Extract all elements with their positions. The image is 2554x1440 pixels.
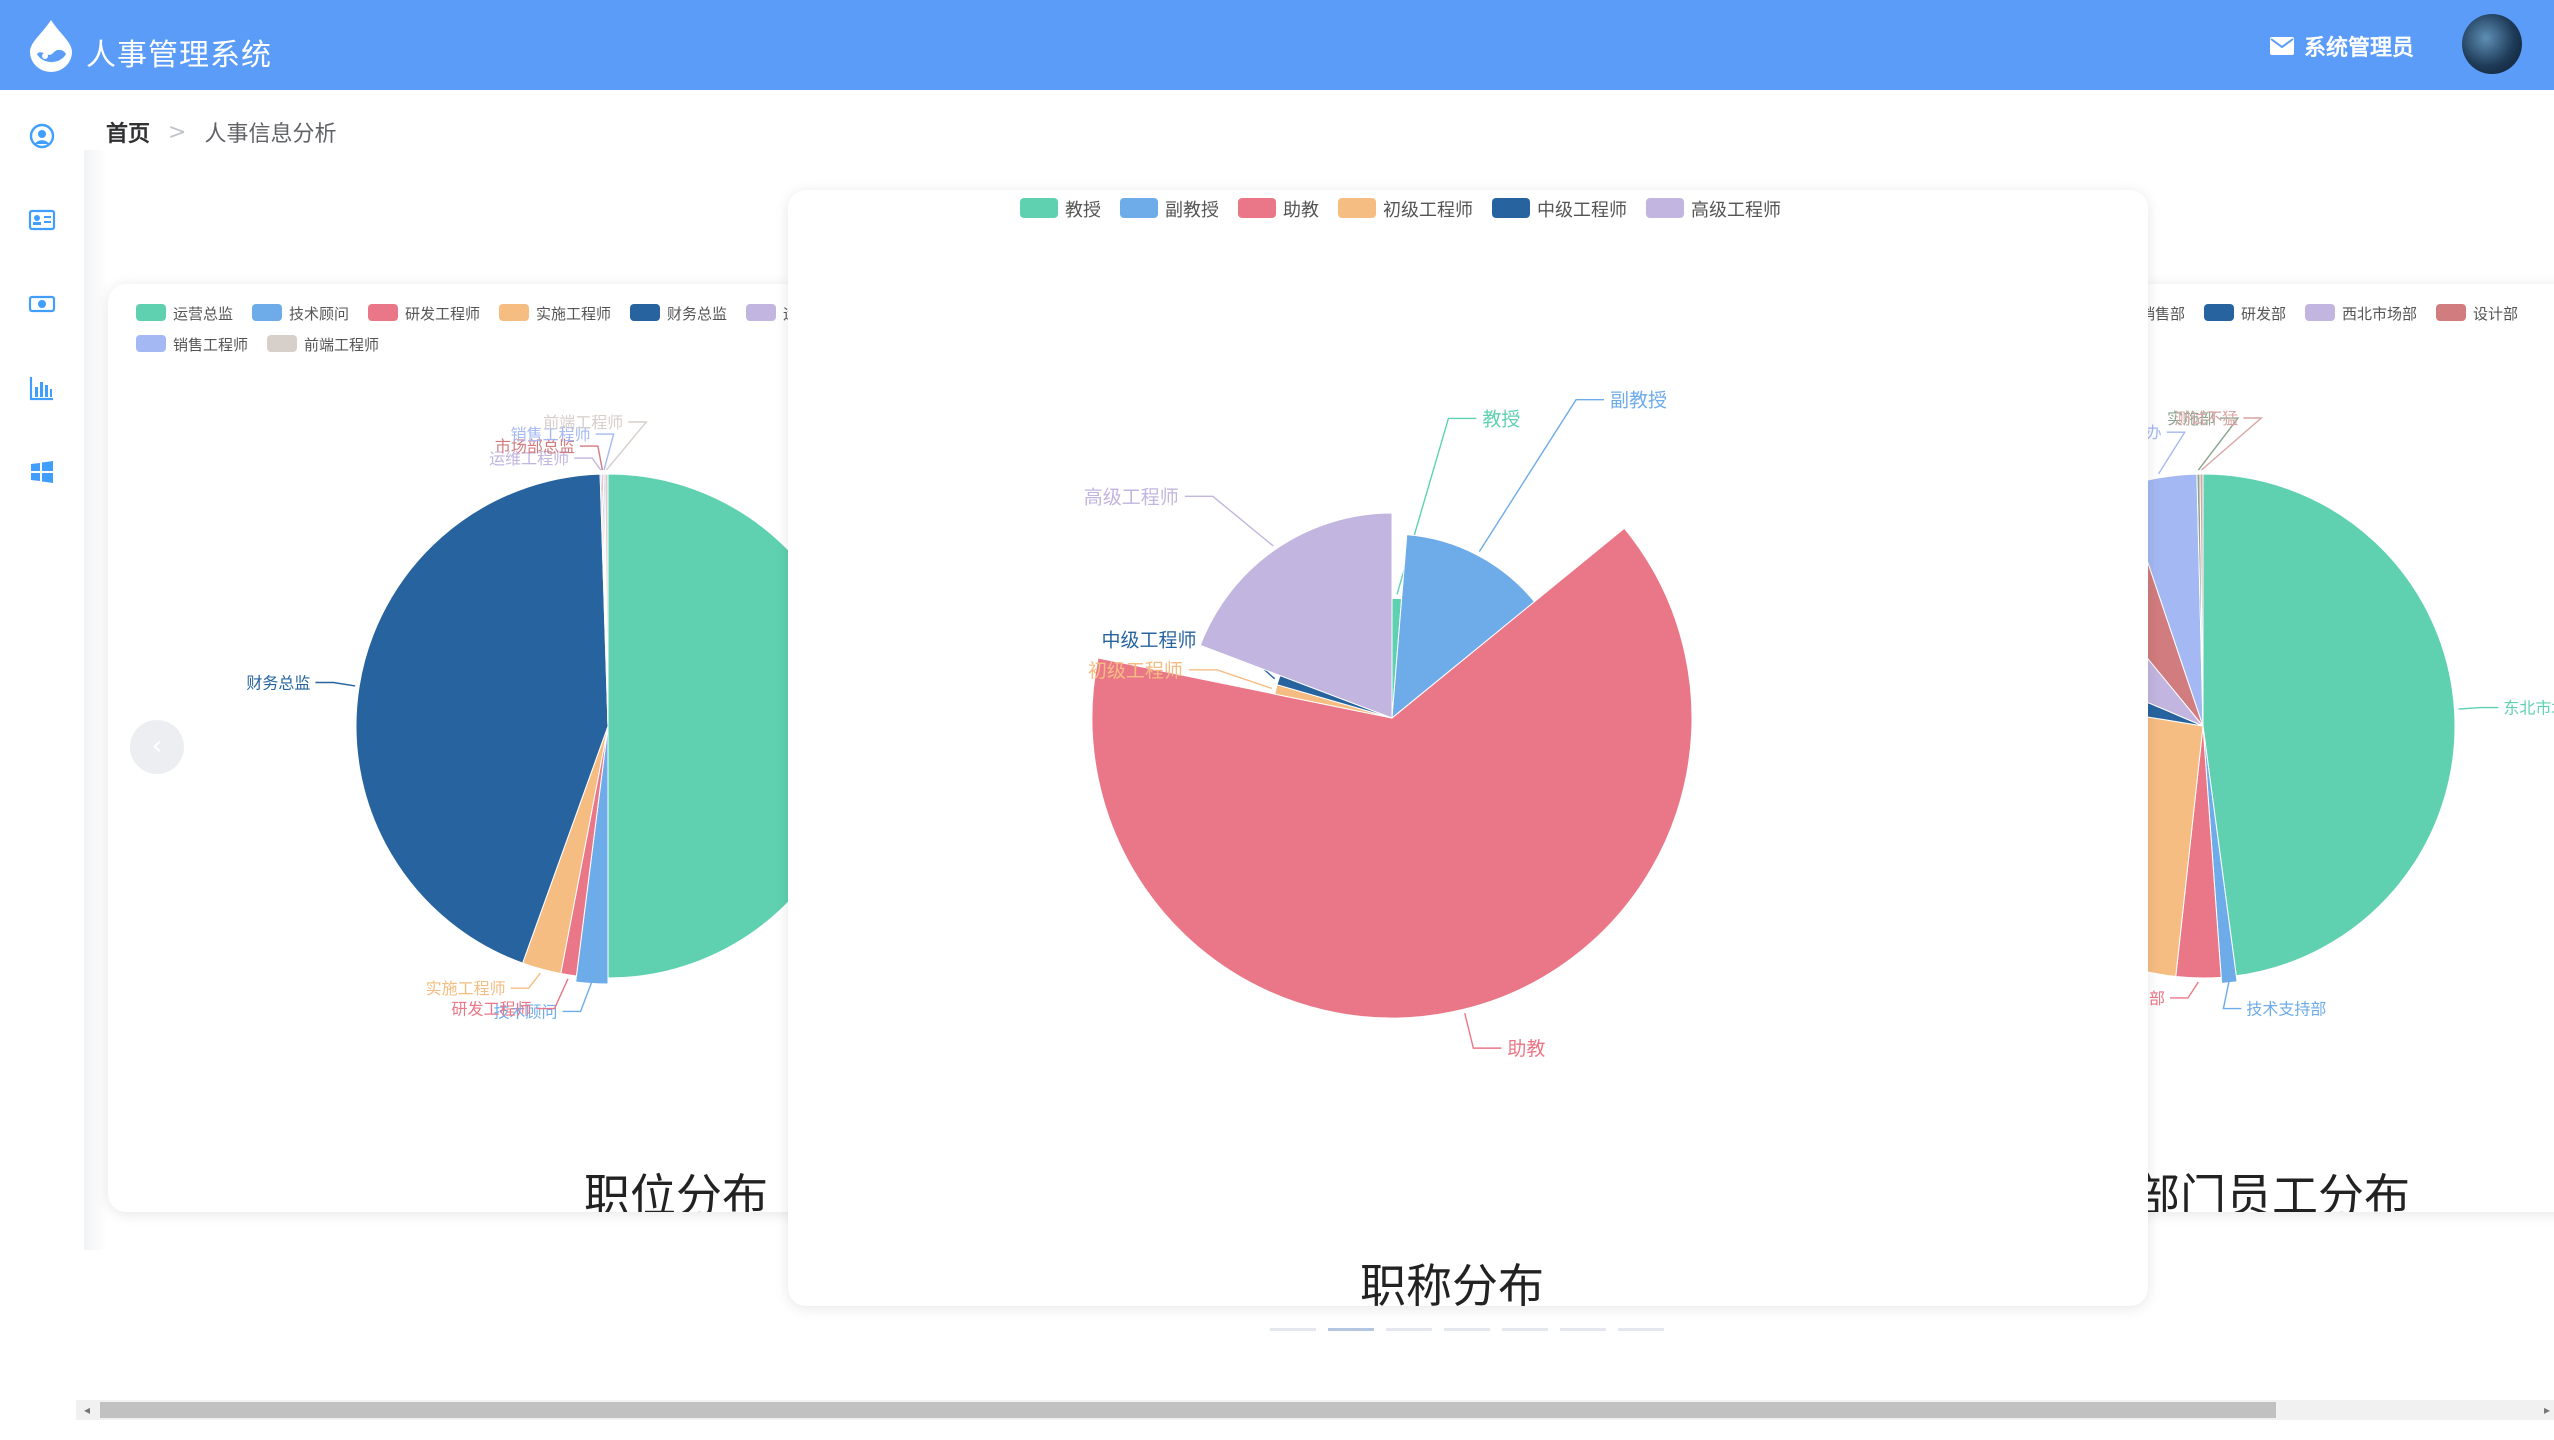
slice-label-2-1: 技术支持部 bbox=[2246, 1000, 2326, 1019]
label-line-2-7 bbox=[2157, 431, 2186, 475]
label-line-0-3 bbox=[510, 972, 542, 989]
legend-label-0-0[interactable]: 运营总监 bbox=[173, 305, 233, 323]
slice-label-1-0: 教授 bbox=[1482, 408, 1520, 430]
chart-title-position: 职位分布 bbox=[584, 1169, 768, 1212]
title-rank-rose-chart: 教授 副教授 助教 初级工程师 中级工程师 高级工程师教授副教授助教初级工程师中级工程师高… bbox=[1020, 198, 1781, 1060]
user-menu[interactable]: 系统管理员 bbox=[2269, 30, 2414, 62]
label-line-0-5 bbox=[574, 457, 602, 471]
legend-label-1-4[interactable]: 中级工程师 bbox=[1537, 200, 1627, 221]
legend-label-2-4[interactable]: 研发部 bbox=[2241, 305, 2286, 323]
legend-swatch-0-1[interactable] bbox=[252, 304, 282, 321]
legend-swatch-1-0[interactable] bbox=[1020, 198, 1058, 218]
slice-label-1-1: 副教授 bbox=[1610, 390, 1667, 412]
mail-icon bbox=[2269, 37, 2294, 55]
carousel-prev-button[interactable]: ‹ bbox=[130, 720, 184, 774]
avatar[interactable] bbox=[2462, 14, 2522, 74]
legend-label-1-0[interactable]: 教授 bbox=[1065, 200, 1101, 221]
label-line-1-2 bbox=[1464, 1012, 1502, 1049]
legend-label-0-3[interactable]: 实施工程师 bbox=[536, 305, 611, 323]
carousel-indicator[interactable] bbox=[1502, 1328, 1548, 1331]
pie-slice-2-0[interactable] bbox=[2202, 473, 2456, 977]
carousel-indicator[interactable] bbox=[1560, 1328, 1606, 1331]
slice-label-2-0: 东北市场部 bbox=[2503, 699, 2554, 718]
carousel-indicator[interactable] bbox=[1270, 1328, 1316, 1331]
label-line-2-1 bbox=[2222, 980, 2242, 1010]
user-circle-icon[interactable] bbox=[28, 122, 56, 150]
legend-swatch-0-2[interactable] bbox=[368, 304, 398, 321]
breadcrumb: 首页 > 人事信息分析 bbox=[106, 116, 336, 148]
legend-swatch-0-7[interactable] bbox=[136, 335, 166, 352]
legend-swatch-2-4[interactable] bbox=[2204, 304, 2234, 321]
legend-label-2-6[interactable]: 设计部 bbox=[2473, 305, 2518, 323]
carousel-indicator[interactable] bbox=[1618, 1328, 1664, 1331]
legend-swatch-0-0[interactable] bbox=[136, 304, 166, 321]
legend-label-0-8[interactable]: 前端工程师 bbox=[304, 336, 379, 354]
app-title: 人事管理系统 bbox=[86, 38, 272, 73]
windows-icon[interactable] bbox=[28, 458, 56, 486]
money-icon[interactable] bbox=[28, 290, 56, 318]
slice-label-1-2: 助教 bbox=[1507, 1038, 1545, 1060]
slice-label-2-9: 测试不猛 bbox=[2174, 409, 2238, 428]
legend-label-2-5[interactable]: 西北市场部 bbox=[2342, 305, 2417, 323]
legend-swatch-2-6[interactable] bbox=[2436, 304, 2466, 321]
carousel-indicators bbox=[1270, 1328, 1664, 1331]
legend-swatch-1-2[interactable] bbox=[1238, 198, 1276, 218]
label-line-0-4 bbox=[315, 681, 356, 687]
legend-label-1-5[interactable]: 高级工程师 bbox=[1691, 200, 1781, 221]
legend-swatch-0-4[interactable] bbox=[630, 304, 660, 321]
slice-label-0-8: 前端工程师 bbox=[543, 413, 623, 432]
carousel-indicator[interactable] bbox=[1386, 1328, 1432, 1331]
chart-title-rank: 职称分布 bbox=[1360, 1259, 1544, 1306]
slice-label-0-2: 研发工程师 bbox=[451, 1000, 531, 1019]
bar-chart-icon[interactable] bbox=[28, 374, 56, 402]
carousel-indicator[interactable] bbox=[1328, 1328, 1374, 1331]
legend-label-0-1[interactable]: 技术顾问 bbox=[289, 305, 349, 323]
legend-swatch-0-8[interactable] bbox=[267, 335, 297, 352]
legend-swatch-1-1[interactable] bbox=[1120, 198, 1158, 218]
label-line-0-1 bbox=[562, 981, 593, 1013]
top-header: 人事管理系统 系统管理员 bbox=[0, 0, 2554, 90]
legend-label-0-7[interactable]: 销售工程师 bbox=[173, 336, 248, 354]
legend-swatch-1-4[interactable] bbox=[1492, 198, 1530, 218]
sidebar bbox=[0, 90, 84, 1440]
chart-card-title-rank[interactable]: 教授 副教授 助教 初级工程师 中级工程师 高级工程师 教授 副教授 助教 初级工程师 中级工程师高… bbox=[788, 190, 2148, 1306]
id-card-icon[interactable] bbox=[28, 206, 56, 234]
drop-logo-icon bbox=[30, 20, 72, 72]
legend-swatch-0-3[interactable] bbox=[499, 304, 529, 321]
slice-label-0-4: 财务总监 bbox=[246, 674, 310, 693]
breadcrumb-home[interactable]: 首页 bbox=[106, 116, 150, 148]
label-line-1-5 bbox=[1184, 495, 1274, 547]
legend-label-0-4[interactable]: 财务总监 bbox=[667, 305, 727, 323]
carousel-edge-fade bbox=[84, 150, 108, 1250]
legend-label-1-1[interactable]: 副教授 bbox=[1165, 200, 1219, 221]
slice-label-1-3: 初级工程师 bbox=[1088, 660, 1183, 682]
horizontal-scrollbar-thumb[interactable] bbox=[100, 1402, 2276, 1418]
legend-swatch-1-5[interactable] bbox=[1646, 198, 1684, 218]
carousel-indicator[interactable] bbox=[1444, 1328, 1490, 1331]
legend-swatch-1-3[interactable] bbox=[1338, 198, 1376, 218]
label-line-2-2 bbox=[2169, 981, 2199, 999]
chart-title-department: 部门员工分布 bbox=[2134, 1169, 2410, 1212]
breadcrumb-separator: > bbox=[168, 119, 187, 145]
slice-label-1-5: 高级工程师 bbox=[1084, 486, 1179, 508]
legend-swatch-0-5[interactable] bbox=[746, 304, 776, 321]
legend-label-1-2[interactable]: 助教 bbox=[1283, 200, 1319, 221]
breadcrumb-current: 人事信息分析 bbox=[204, 122, 337, 147]
slice-label-0-3: 实施工程师 bbox=[426, 979, 506, 998]
label-line-2-0 bbox=[2458, 706, 2499, 710]
slice-label-1-4: 中级工程师 bbox=[1102, 629, 1197, 651]
legend-label-1-3[interactable]: 初级工程师 bbox=[1383, 200, 1473, 221]
legend-label-0-2[interactable]: 研发工程师 bbox=[405, 305, 480, 323]
scroll-left-arrow-icon[interactable]: ◂ bbox=[80, 1400, 94, 1420]
user-name[interactable]: 系统管理员 bbox=[2304, 30, 2414, 62]
scroll-right-arrow-icon[interactable]: ▸ bbox=[2540, 1400, 2554, 1420]
legend-swatch-2-5[interactable] bbox=[2305, 304, 2335, 321]
